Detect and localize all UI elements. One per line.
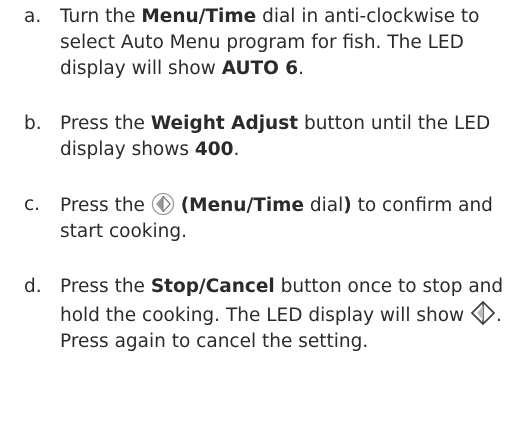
stop-cancel-icon	[470, 300, 496, 326]
step-marker: c.	[24, 194, 41, 215]
display-value: 400	[194, 139, 234, 160]
step-a: a. Turn the Menu/Time dial in anti-clock…	[0, 4, 529, 82]
display-value: AUTO 6	[221, 58, 299, 79]
step-text: Press the Stop/Cancel button once to sto…	[60, 276, 504, 352]
step-d: d. Press the Stop/Cancel button once to …	[0, 274, 529, 355]
stop-cancel-label: Stop/Cancel	[150, 276, 275, 297]
menu-time-label: (Menu/Time	[180, 195, 304, 216]
step-marker: b.	[24, 113, 42, 134]
step-text: Press the (Menu/Time dial) to confirm an…	[60, 192, 493, 242]
weight-adjust-label: Weight Adjust	[150, 113, 299, 134]
step-marker: d.	[24, 276, 42, 297]
step-c: c. Press the (Menu/Time dial) to confirm…	[0, 192, 529, 245]
step-b: b. Press the Weight Adjust button until …	[0, 111, 529, 163]
instruction-steps: a. Turn the Menu/Time dial in anti-clock…	[0, 4, 529, 355]
step-marker: a.	[24, 6, 42, 27]
step-text: Press the Weight Adjust button until the…	[60, 113, 491, 160]
step-text: Turn the Menu/Time dial in anti-clockwis…	[60, 6, 480, 79]
menu-time-dial-icon	[151, 192, 175, 216]
menu-time-label: Menu/Time	[141, 6, 257, 27]
